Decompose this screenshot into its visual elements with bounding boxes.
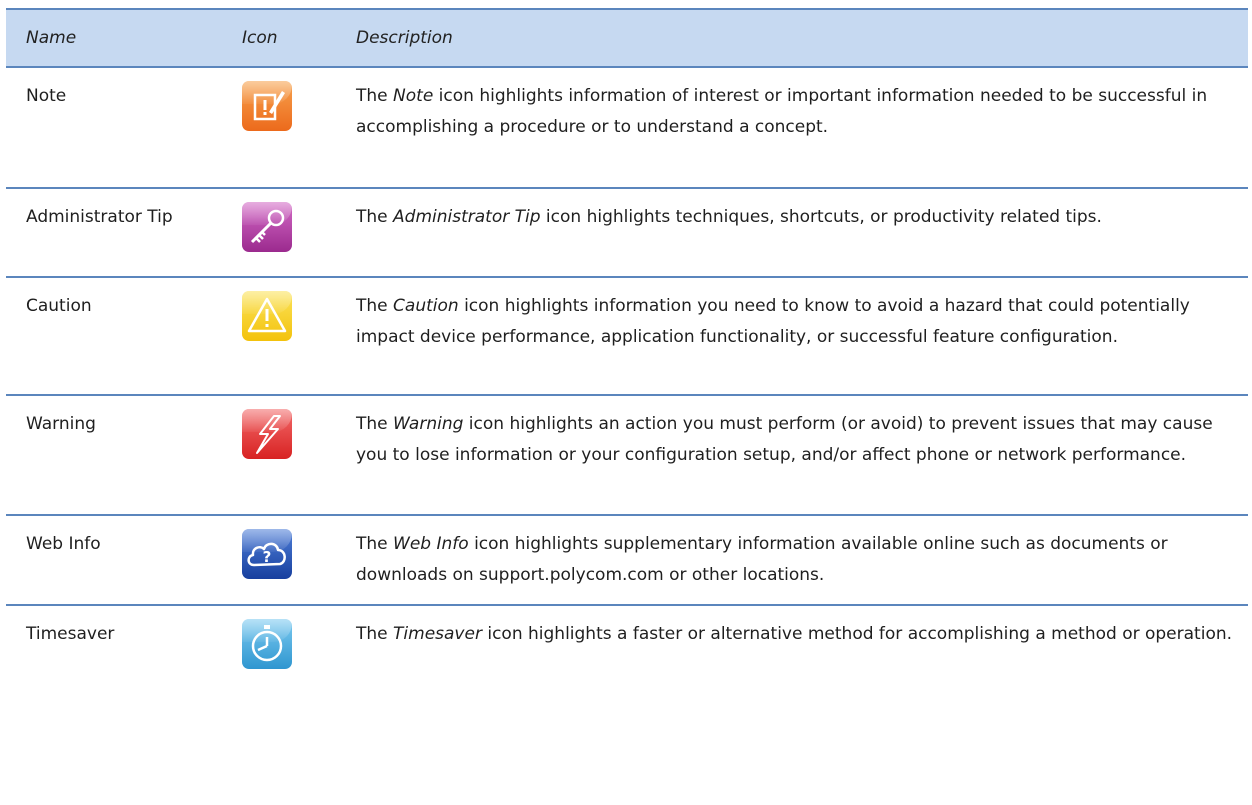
icon-legend-table: Name Icon Description Note The Note icon… <box>6 8 1248 696</box>
key-icon <box>242 202 292 252</box>
row-description: The Administrator Tip icon highlights te… <box>356 207 1102 227</box>
table-row: Warning The Warning icon highlights an a… <box>6 396 1248 516</box>
table-row: Caution The Caution icon highlights info… <box>6 278 1248 396</box>
table-row: Administrator Tip The Administrator Tip … <box>6 189 1248 278</box>
row-description: The Note icon highlights information of … <box>356 86 1208 137</box>
table-header: Name Icon Description <box>6 8 1248 68</box>
header-description: Description <box>356 28 453 48</box>
warning-icon <box>242 409 292 459</box>
row-name: Warning <box>26 414 96 434</box>
row-description: The Caution icon highlights information … <box>356 296 1190 347</box>
row-description: The Timesaver icon highlights a faster o… <box>356 624 1233 644</box>
web-info-icon: ? <box>242 529 292 579</box>
caution-icon <box>242 291 292 341</box>
header-icon: Icon <box>242 28 278 48</box>
row-name: Timesaver <box>26 624 115 644</box>
row-name: Note <box>26 86 67 106</box>
table-row: Web Info ? The Web Info icon highlights … <box>6 516 1248 606</box>
row-name: Caution <box>26 296 92 316</box>
table-row: Note The Note icon highlights informatio… <box>6 68 1248 189</box>
row-name: Administrator Tip <box>26 207 173 227</box>
table-row: Timesaver The Timesaver icon highlights … <box>6 606 1248 696</box>
row-description: The Warning icon highlights an action yo… <box>356 414 1213 465</box>
timesaver-icon <box>242 619 292 669</box>
note-icon <box>242 81 292 131</box>
row-name: Web Info <box>26 534 101 554</box>
header-name: Name <box>26 28 77 48</box>
row-description: The Web Info icon highlights supplementa… <box>356 534 1168 585</box>
svg-text:?: ? <box>263 548 272 566</box>
